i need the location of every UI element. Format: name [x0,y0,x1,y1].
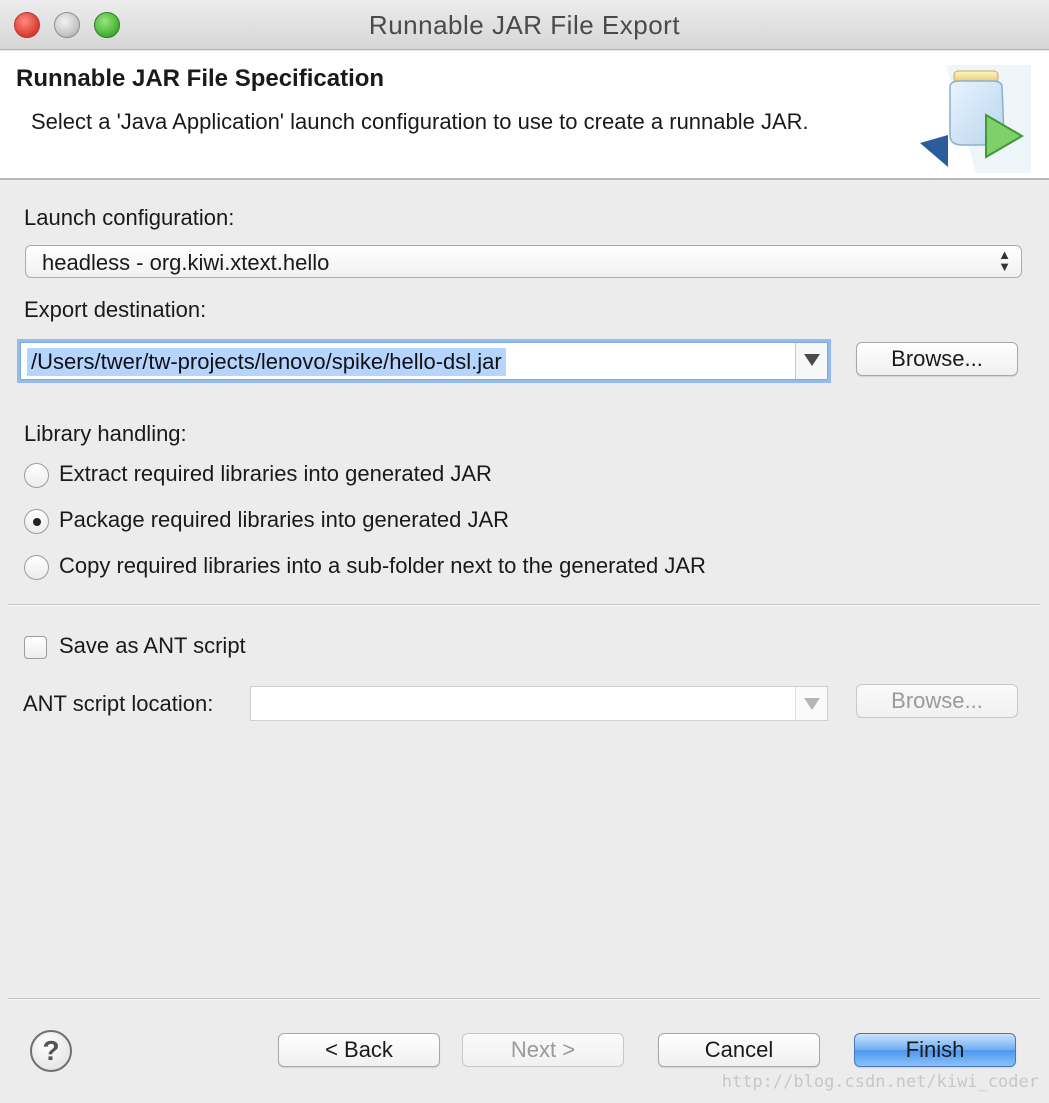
finish-button[interactable]: Finish [854,1033,1016,1067]
page-description: Select a 'Java Application' launch confi… [31,109,809,134]
launch-configuration-select[interactable]: headless - org.kiwi.xtext.hello ▲ ▼ [25,245,1022,278]
radio-button-selected[interactable] [24,509,49,534]
back-button[interactable]: < Back [278,1033,440,1067]
radio-label: Package required libraries into generate… [59,507,510,532]
browse-ant-location-button[interactable]: Browse... [856,684,1018,718]
select-arrows-icon: ▲ ▼ [998,247,1011,274]
radio-button[interactable] [24,555,49,580]
save-ant-script-label: Save as ANT script [59,633,246,658]
jar-export-icon [920,65,1031,173]
export-dialog: Runnable JAR File Export Runnable JAR Fi… [0,0,1049,1103]
title-bar: Runnable JAR File Export [0,0,1049,50]
export-destination-value: /Users/twer/tw-projects/lenovo/spike/hel… [27,348,506,376]
launch-configuration-value: headless - org.kiwi.xtext.hello [42,250,330,275]
chevron-down-icon [804,698,820,710]
browse-destination-button[interactable]: Browse... [856,342,1018,376]
cancel-button[interactable]: Cancel [658,1033,820,1067]
radio-label: Extract required libraries into generate… [59,461,492,486]
library-handling-label: Library handling: [24,421,187,446]
ant-script-location-input[interactable] [250,686,828,721]
next-button[interactable]: Next > [462,1033,624,1067]
section-divider [8,604,1040,606]
help-icon[interactable]: ? [30,1030,72,1072]
ant-script-location-dropdown[interactable] [795,687,827,720]
window-title: Runnable JAR File Export [368,10,681,40]
radio-button[interactable] [24,463,49,488]
page-title: Runnable JAR File Specification [16,65,385,92]
chevron-down-icon [804,354,820,366]
wizard-banner: Runnable JAR File Specification Select a… [0,51,1049,180]
export-destination-dropdown[interactable] [795,343,827,379]
radio-label: Copy required libraries into a sub-folde… [59,553,706,578]
ant-script-location-label: ANT script location: [23,691,214,716]
export-destination-input[interactable]: /Users/twer/tw-projects/lenovo/spike/hel… [20,342,828,380]
watermark-text: http://blog.csdn.net/kiwi_coder [721,1072,1039,1092]
launch-configuration-label: Launch configuration: [24,205,235,230]
export-destination-label: Export destination: [24,297,207,322]
save-ant-script-checkbox[interactable] [24,636,47,659]
footer-divider [8,998,1040,1000]
